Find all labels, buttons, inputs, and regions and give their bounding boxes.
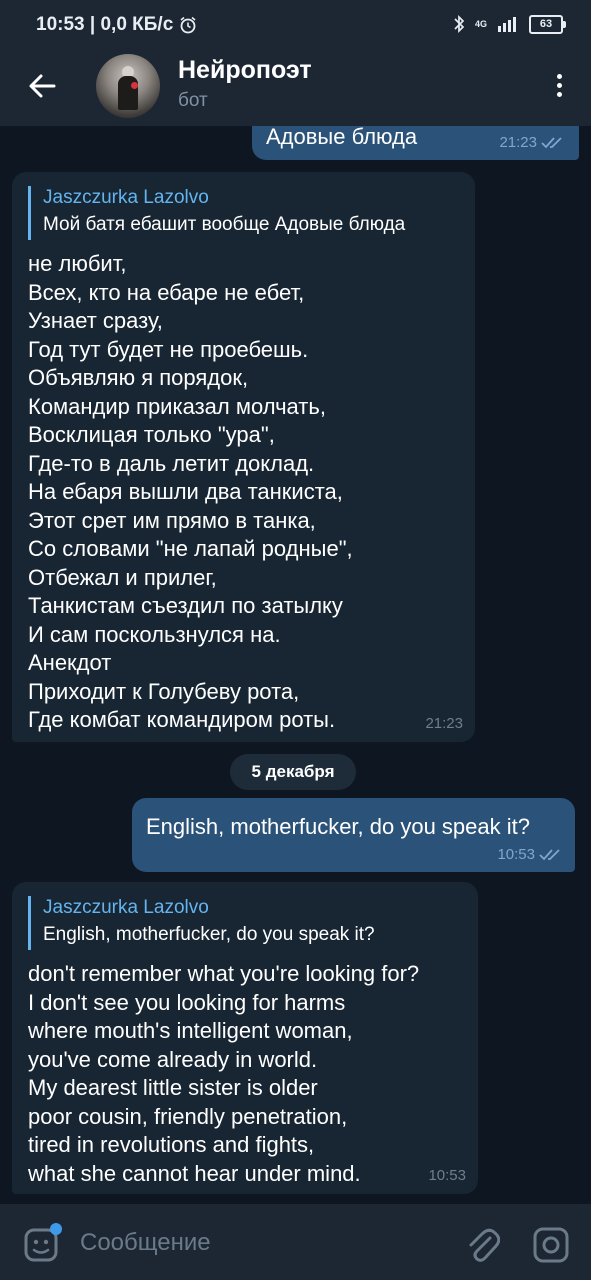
camera-icon xyxy=(533,1227,569,1263)
message-text: не любит, Всех, кто на ебаре не ебет, Уз… xyxy=(28,250,353,735)
message-line: Отбежал и прилег, xyxy=(28,564,217,590)
message-line: My dearest little sister is older xyxy=(28,1075,318,1100)
message-line: Анекдот xyxy=(28,650,112,675)
message-line: На ебаря вышли два танкиста, xyxy=(28,479,343,504)
message-line: tired in revolutions and fights, xyxy=(28,1132,315,1157)
status-time: 10:53 | 0,0 КБ/с xyxy=(36,14,174,35)
message-line: I don't see you looking for harms xyxy=(28,989,346,1015)
message-time: 10:53 xyxy=(428,1167,466,1184)
double-check-icon xyxy=(539,848,560,860)
message-line: Где комбат командиром роты. xyxy=(28,707,336,732)
message-line: what she cannot hear under mind. xyxy=(28,1160,361,1186)
bluetooth-icon xyxy=(454,14,465,34)
message-line: Объявляю я порядок, xyxy=(28,365,249,390)
message-time: 21:23 xyxy=(499,134,565,151)
chat-title[interactable]: Нейропоэт xyxy=(178,56,312,85)
message-line: не любит, xyxy=(28,251,127,276)
battery-icon: 63 xyxy=(529,14,566,34)
reply-text: Мой батя ебашит вообще Адовые блюда xyxy=(43,214,406,235)
attach-button[interactable] xyxy=(464,1224,501,1264)
message-line: where mouth's intelligent woman, xyxy=(28,1018,353,1043)
time-label: 21:23 xyxy=(499,134,537,151)
message-line: don't remember what you're looking for? xyxy=(28,961,420,986)
more-vert-icon[interactable] xyxy=(551,70,567,104)
reply-author: Jaszczurka Lazolvo xyxy=(43,897,209,918)
message-text: English, motherfucker, do you speak it? xyxy=(146,814,530,839)
chat-area[interactable]: Адовые блюда 21:23 Jaszczurka Lazolvo Мо… xyxy=(0,126,591,1204)
message-text: Адовые блюда xyxy=(266,126,418,149)
message-time: 10:53 xyxy=(497,846,563,863)
date-separator: 5 декабря xyxy=(230,754,356,790)
reply-quote[interactable]: Jaszczurka Lazolvo English, motherfucker… xyxy=(28,896,375,950)
message-composer xyxy=(0,1204,591,1280)
message-incoming[interactable]: Jaszczurka Lazolvo English, motherfucker… xyxy=(12,882,478,1194)
back-arrow-icon xyxy=(29,74,56,98)
message-time: 21:23 xyxy=(425,715,463,732)
reply-quote[interactable]: Jaszczurka Lazolvo Мой батя ебашит вообщ… xyxy=(28,186,405,240)
message-line: Танкистам съездил по затылку xyxy=(28,593,343,618)
message-line: Всех, кто на ебаре не ебет, xyxy=(28,279,305,305)
reply-text: English, motherfucker, do you speak it? xyxy=(43,924,375,945)
message-line: poor cousin, friendly penetration, xyxy=(28,1103,348,1129)
chat-header: Нейропоэт бот xyxy=(0,50,591,126)
menu-dot xyxy=(556,74,562,79)
message-line: Со словами "не лапай родные", xyxy=(28,536,353,561)
message-line: Узнает сразу, xyxy=(28,308,163,333)
message-outgoing[interactable]: English, motherfucker, do you speak it? … xyxy=(132,798,575,872)
avatar[interactable] xyxy=(96,54,160,118)
message-line: И сам поскользнулся на. xyxy=(28,621,281,647)
message-line: Командир приказал молчать, xyxy=(28,393,326,419)
message-input[interactable] xyxy=(78,1224,442,1262)
message-line: Приходит к Голубеву рота, xyxy=(28,678,300,704)
notification-dot xyxy=(50,1223,62,1235)
message-line: Этот срет им прямо в танка, xyxy=(28,507,316,533)
message-line: Год тут будет не проебешь. xyxy=(28,336,309,362)
message-incoming[interactable]: Jaszczurka Lazolvo Мой батя ебашит вообщ… xyxy=(12,172,475,742)
time-label: 10:53 xyxy=(497,846,535,863)
reply-author: Jaszczurka Lazolvo xyxy=(43,187,209,208)
network-label: 4G xyxy=(474,19,487,29)
camera-button[interactable] xyxy=(532,1226,570,1264)
alarm-icon xyxy=(180,16,196,34)
message-outgoing[interactable]: Адовые блюда 21:23 xyxy=(252,126,579,160)
double-check-icon xyxy=(541,136,562,148)
message-line: Восклицая только "ура", xyxy=(28,422,275,447)
status-left: 10:53 | 0,0 КБ/с xyxy=(36,14,197,36)
status-bar: 10:53 | 0,0 КБ/с 4G 63 xyxy=(0,0,591,50)
message-line: you've come already in world. xyxy=(28,1046,318,1072)
menu-dot xyxy=(556,92,562,97)
back-button[interactable] xyxy=(24,68,60,104)
avatar-accent xyxy=(131,82,138,89)
signal-icon xyxy=(498,17,516,32)
message-text: don't remember what you're looking for? … xyxy=(28,960,419,1188)
status-right: 4G 63 xyxy=(453,14,566,34)
chat-subtitle: бот xyxy=(178,90,208,111)
menu-dot xyxy=(556,83,562,88)
attach-icon xyxy=(469,1228,501,1262)
battery-level: 63 xyxy=(539,17,553,30)
message-line: Где-то в даль летит доклад. xyxy=(28,450,315,476)
